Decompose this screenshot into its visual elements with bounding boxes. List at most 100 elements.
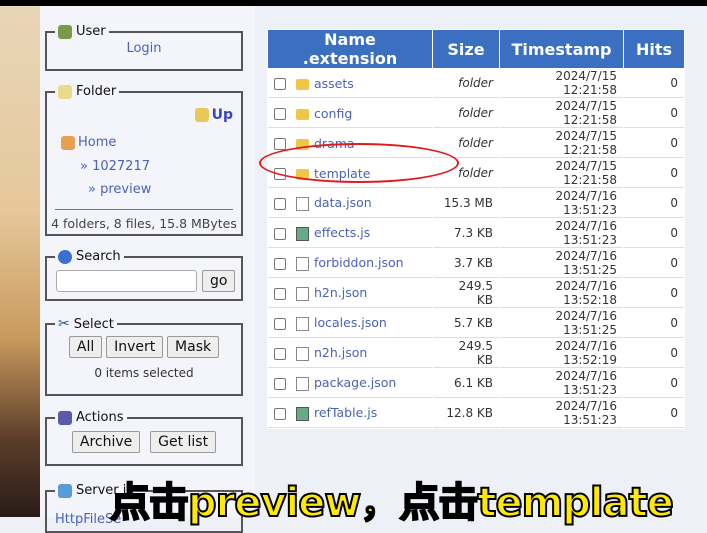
file-name-link[interactable]: locales.json (314, 315, 387, 330)
file-size: 3.7 KB (433, 249, 499, 278)
file-timestamp: 2024/7/15 12:21:58 (500, 69, 623, 98)
file-hits: 0 (624, 309, 684, 338)
file-timestamp: 2024/7/15 12:21:58 (500, 99, 623, 128)
file-name-link[interactable]: effects.js (314, 225, 370, 240)
folder-up-icon (194, 108, 209, 122)
invert-button[interactable]: Invert (106, 336, 164, 358)
sidebar: User Login Folder Up Home » 1027217 » pr… (40, 6, 255, 533)
col-hits[interactable]: Hits (624, 30, 684, 68)
table-row[interactable]: package.json 6.1 KB 2024/7/16 13:51:23 0 (268, 369, 684, 398)
file-icon (296, 316, 309, 331)
file-hits: 0 (624, 129, 684, 158)
table-row[interactable]: effects.js 7.3 KB 2024/7/16 13:51:23 0 (268, 219, 684, 248)
file-name-link[interactable]: h2n.json (314, 285, 367, 300)
table-row[interactable]: h2n.json 249.5 KB 2024/7/16 13:52:18 0 (268, 279, 684, 308)
folder-legend: Folder (76, 84, 117, 99)
go-button[interactable]: go (202, 270, 236, 292)
col-timestamp[interactable]: Timestamp (500, 30, 623, 68)
file-size: folder (433, 69, 499, 98)
home-icon (61, 135, 75, 150)
search-panel: Search go (45, 249, 243, 301)
select-all-button[interactable]: All (68, 336, 103, 358)
script-icon (296, 406, 309, 421)
row-checkbox[interactable] (274, 108, 286, 120)
file-hits: 0 (624, 399, 684, 428)
divider (55, 209, 233, 210)
file-size: 249.5 KB (433, 279, 499, 308)
row-checkbox[interactable] (274, 377, 286, 390)
file-hits: 0 (624, 99, 684, 128)
file-name-link[interactable]: n2h.json (314, 345, 367, 360)
file-hits: 0 (624, 369, 684, 398)
row-checkbox[interactable] (274, 197, 286, 210)
user-panel: User Login (45, 24, 243, 71)
table-row[interactable]: refTable.js 12.8 KB 2024/7/16 13:51:23 0 (268, 399, 684, 428)
mask-button[interactable]: Mask (167, 336, 220, 358)
login-link[interactable]: Login (126, 41, 161, 56)
breadcrumb-1027217[interactable]: » 1027217 (80, 159, 150, 174)
file-name-link[interactable]: forbiddon.json (314, 255, 404, 270)
file-timestamp: 2024/7/15 12:21:58 (500, 159, 623, 188)
file-hits: 0 (624, 339, 684, 368)
row-checkbox[interactable] (274, 138, 286, 150)
file-hits: 0 (624, 189, 684, 218)
file-timestamp: 2024/7/16 13:52:18 (500, 279, 623, 308)
file-size: 6.1 KB (433, 369, 499, 398)
row-checkbox[interactable] (274, 227, 286, 240)
select-legend: Select (73, 316, 114, 332)
highlight-circle (259, 143, 459, 183)
server-icon (58, 483, 72, 498)
user-legend: User (76, 24, 106, 39)
row-checkbox[interactable] (274, 287, 286, 300)
table-row[interactable]: locales.json 5.7 KB 2024/7/16 13:51:25 0 (268, 309, 684, 338)
file-size: folder (433, 99, 499, 128)
file-timestamp: 2024/7/16 13:51:23 (500, 189, 623, 218)
file-name-link[interactable]: assets (314, 76, 354, 91)
table-row[interactable]: data.json 15.3 MB 2024/7/16 13:51:23 0 (268, 189, 684, 218)
row-checkbox[interactable] (274, 317, 286, 330)
table-row[interactable]: forbiddon.json 3.7 KB 2024/7/16 13:51:25… (268, 249, 684, 278)
file-hits: 0 (624, 249, 684, 278)
row-checkbox[interactable] (274, 78, 286, 90)
subtitle-caption: 点击preview，点击template (109, 479, 675, 527)
save-icon (58, 410, 72, 425)
col-size[interactable]: Size (433, 30, 499, 68)
file-icon (296, 346, 309, 361)
table-row[interactable]: n2h.json 249.5 KB 2024/7/16 13:52:19 0 (268, 339, 684, 368)
selection-status: 0 items selected (94, 366, 194, 380)
file-size: 7.3 KB (433, 219, 499, 248)
file-name-link[interactable]: package.json (314, 375, 396, 390)
file-hits: 0 (624, 159, 684, 188)
select-panel: ✂ Select All Invert Mask 0 items selected (45, 316, 243, 396)
col-name[interactable]: Name .extension (268, 30, 432, 68)
search-input[interactable] (56, 270, 197, 292)
row-checkbox[interactable] (274, 407, 286, 420)
up-label: Up (211, 107, 233, 123)
row-checkbox[interactable] (274, 257, 286, 270)
file-name-link[interactable]: refTable.js (314, 405, 377, 420)
file-size: 5.7 KB (433, 309, 499, 338)
home-link[interactable]: Home (78, 135, 116, 150)
file-hits: 0 (624, 219, 684, 248)
help-icon (58, 249, 72, 264)
breadcrumb-preview[interactable]: » preview (88, 182, 151, 197)
file-timestamp: 2024/7/16 13:51:23 (500, 219, 623, 248)
folder-icon (296, 78, 309, 90)
file-name-link[interactable]: config (314, 106, 352, 121)
table-row[interactable]: config folder 2024/7/15 12:21:58 0 (268, 99, 684, 128)
archive-button[interactable]: Archive (71, 431, 141, 453)
file-icon (296, 196, 309, 211)
file-name-link[interactable]: data.json (314, 195, 372, 210)
table-row[interactable]: assets folder 2024/7/15 12:21:58 0 (268, 69, 684, 98)
up-button[interactable]: Up (194, 107, 233, 123)
user-icon (58, 24, 72, 39)
file-timestamp: 2024/7/16 13:51:25 (500, 309, 623, 338)
row-checkbox[interactable] (274, 347, 286, 360)
script-icon (296, 226, 309, 241)
get-list-button[interactable]: Get list (150, 431, 217, 453)
actions-panel: Actions Archive Get list (45, 410, 243, 466)
file-size: 249.5 KB (433, 339, 499, 368)
folder-icon (58, 84, 72, 99)
actions-legend: Actions (76, 410, 124, 425)
folder-summary: 4 folders, 8 files, 15.8 MBytes (51, 216, 237, 231)
